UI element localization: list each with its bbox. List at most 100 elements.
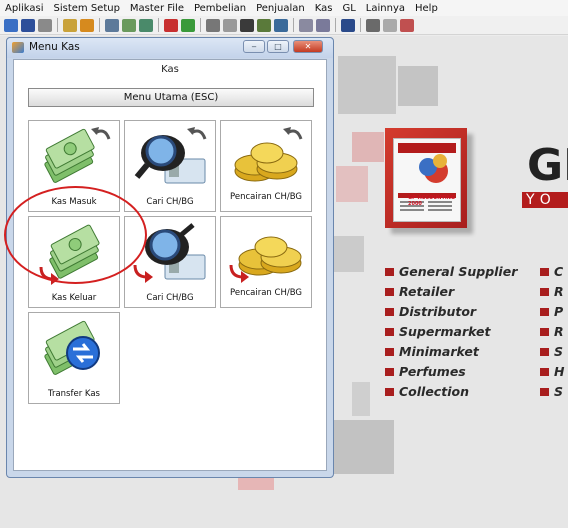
toolbar-separator <box>335 18 336 32</box>
feature-collection: Collection <box>385 384 469 399</box>
formula-icon[interactable] <box>206 18 220 32</box>
handshake-icon[interactable] <box>63 18 77 32</box>
menu-master-file[interactable]: Master File <box>125 3 189 14</box>
toolbar-separator <box>200 18 201 32</box>
print-icon[interactable] <box>38 18 52 32</box>
first-record-icon[interactable] <box>105 18 119 32</box>
menu-pembelian[interactable]: Pembelian <box>189 3 251 14</box>
feature-minimarket: Minimarket <box>385 344 479 359</box>
paste-icon[interactable] <box>316 18 330 32</box>
search-cheque-icon <box>134 127 207 184</box>
feature-label: Retailer <box>399 284 455 299</box>
product-box-front: GP-ACCOUNTING 2000 <box>393 138 461 222</box>
feature-right-2: P <box>540 304 563 319</box>
feature-label: General Supplier <box>399 264 518 279</box>
transfer-icon <box>44 320 100 375</box>
feature-right-3: R <box>540 324 564 339</box>
feature-perfumes: Perfumes <box>385 364 466 379</box>
tile-label: Pencairan CH/BG <box>230 288 302 298</box>
feature-label: P <box>554 304 564 319</box>
product-box-image: GP-ACCOUNTING 2000 <box>385 128 467 228</box>
feature-right-0: C <box>540 264 563 279</box>
sheet-icon[interactable] <box>257 18 271 32</box>
minimize-button[interactable]: ‒ <box>243 40 265 53</box>
toolbar <box>0 16 568 35</box>
copy-icon[interactable] <box>299 18 313 32</box>
feature-label: Collection <box>399 384 469 399</box>
toolbar-separator <box>158 18 159 32</box>
menu-bar: Aplikasi Sistem Setup Master File Pembel… <box>0 0 568 16</box>
feature-general-supplier: General Supplier <box>385 264 517 279</box>
bullet-icon <box>385 347 394 356</box>
book-icon[interactable] <box>341 18 355 32</box>
main-menu-button[interactable]: Menu Utama (ESC) <box>28 88 314 107</box>
coins-in-icon <box>234 127 303 182</box>
people-icon[interactable] <box>80 18 94 32</box>
feature-distributor: Distributor <box>385 304 476 319</box>
report-icon[interactable] <box>139 18 153 32</box>
window-icon[interactable] <box>21 18 35 32</box>
feature-right-4: S <box>540 344 563 359</box>
menu-lainnya[interactable]: Lainnya <box>361 3 410 14</box>
table-icon[interactable] <box>240 18 254 32</box>
toolbar-separator <box>360 18 361 32</box>
brand-logo-text: GI <box>527 140 568 191</box>
menu-help[interactable]: Help <box>410 3 443 14</box>
save-icon[interactable] <box>4 18 18 32</box>
bg-square <box>332 420 394 474</box>
bullet-icon <box>540 307 549 316</box>
feature-label: Distributor <box>399 304 477 319</box>
bullet-icon <box>385 327 394 336</box>
bullet-icon <box>385 307 394 316</box>
window-titlebar[interactable]: Menu Kas ‒ □ ✕ <box>7 38 333 58</box>
lock-icon[interactable] <box>383 18 397 32</box>
menu-gl[interactable]: GL <box>337 3 360 14</box>
toolbar-separator <box>57 18 58 32</box>
menu-kas[interactable]: Kas <box>310 3 338 14</box>
feature-right-1: R <box>540 284 564 299</box>
bg-square <box>334 236 364 272</box>
bullet-icon <box>385 267 394 276</box>
settings-icon[interactable] <box>366 18 380 32</box>
tile-cari-chbg[interactable]: Cari CH/BG <box>124 120 216 212</box>
money-in-icon <box>44 127 111 183</box>
bullet-icon <box>540 387 549 396</box>
grid-icon[interactable] <box>122 18 136 32</box>
menu-aplikasi[interactable]: Aplikasi <box>0 3 48 14</box>
chart2-icon[interactable] <box>181 18 195 32</box>
bg-square <box>352 132 384 162</box>
bg-square <box>398 66 438 106</box>
bg-square <box>336 166 368 202</box>
sheet2-icon[interactable] <box>274 18 288 32</box>
brand-band: YO <box>522 192 568 208</box>
exit-icon[interactable] <box>400 18 414 32</box>
bullet-icon <box>540 367 549 376</box>
menu-sistem-setup[interactable]: Sistem Setup <box>48 3 124 14</box>
feature-label: S <box>554 384 564 399</box>
calc-icon[interactable] <box>223 18 237 32</box>
feature-label: Perfumes <box>399 364 466 379</box>
maximize-button[interactable]: □ <box>267 40 289 53</box>
bullet-icon <box>540 267 549 276</box>
feature-right-5: H <box>540 364 564 379</box>
app-icon <box>12 42 24 53</box>
toolbar-separator <box>293 18 294 32</box>
menu-penjualan[interactable]: Penjualan <box>251 3 310 14</box>
bullet-icon <box>540 287 549 296</box>
feature-label: Supermarket <box>399 324 491 339</box>
tile-label: Transfer Kas <box>48 389 100 399</box>
feature-label: H <box>554 364 565 379</box>
chart-icon[interactable] <box>164 18 178 32</box>
close-button[interactable]: ✕ <box>293 40 323 53</box>
highlight-circle <box>4 186 147 284</box>
tile-pencairan-chbg[interactable]: Pencairan CH/BG <box>220 120 312 212</box>
bullet-icon <box>385 287 394 296</box>
feature-right-6: S <box>540 384 563 399</box>
feature-retailer: Retailer <box>385 284 454 299</box>
window-title: Menu Kas <box>29 41 80 53</box>
feature-label: R <box>554 324 564 339</box>
tile-transfer-kas[interactable]: Transfer Kas <box>28 312 120 404</box>
feature-label: S <box>554 344 564 359</box>
bullet-icon <box>385 387 394 396</box>
tile-pencairan-chbg-keluar[interactable]: Pencairan CH/BG <box>220 216 312 308</box>
